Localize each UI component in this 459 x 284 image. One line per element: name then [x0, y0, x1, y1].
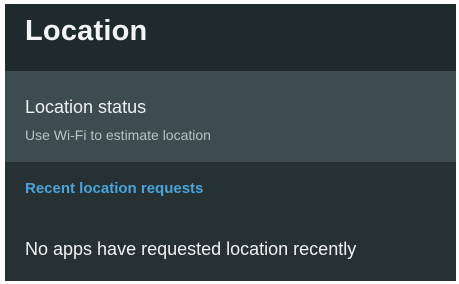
settings-panel: Location Location status Use Wi-Fi to es…: [5, 4, 456, 281]
location-status-summary: Use Wi-Fi to estimate location: [25, 127, 211, 143]
no-recent-requests-message: No apps have requested location recently: [25, 239, 357, 259]
location-status-title: Location status: [25, 97, 147, 117]
recent-location-requests-header: Recent location requests: [25, 180, 204, 197]
location-status-item[interactable]: Location status Use Wi-Fi to estimate lo…: [5, 71, 456, 162]
app-header: Location: [5, 4, 456, 71]
location-settings-screen: Location Location status Use Wi-Fi to es…: [0, 0, 459, 284]
page-title: Location: [25, 15, 148, 47]
